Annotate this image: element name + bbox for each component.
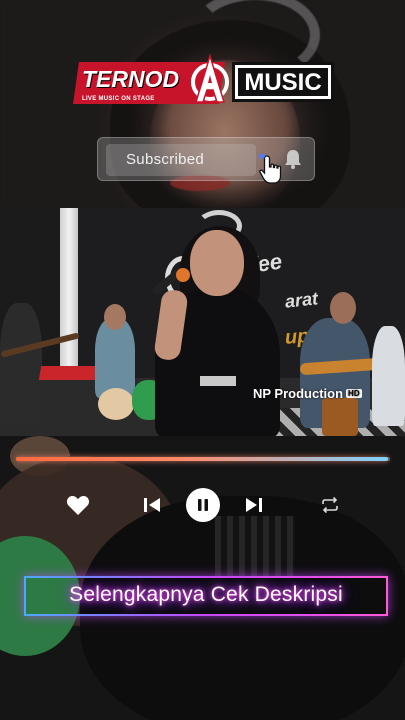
bell-icon[interactable] [283,148,303,170]
progress-fill [16,457,389,461]
next-icon[interactable] [239,490,269,520]
channel-logo: TERNOD LIVE MUSIC ON STAGE MUSIC [73,53,338,108]
guitarist-head [330,292,356,324]
pause-icon [198,499,208,511]
heart-icon[interactable] [63,490,93,520]
drum-kit [98,388,134,420]
logo-tagline: LIVE MUSIC ON STAGE [82,96,155,102]
musician-left [95,318,135,398]
neon-caption-box: Selengkapnya Cek Deskripsi [24,576,388,616]
cajon-drum [322,398,358,436]
logo-music-text: MUSIC [244,69,322,96]
short-video-frame: TERNOD LIVE MUSIC ON STAGE MUSIC Subscri… [0,0,405,720]
subscribed-label: Subscribed [126,151,205,168]
caption-text: Selengkapnya Cek Deskripsi [69,583,343,606]
watermark-text: NP Production [253,386,344,401]
previous-icon[interactable] [137,490,167,520]
performance-video[interactable]: offee arat up NP ProductionHD [0,208,405,436]
playback-progress-bar[interactable] [16,457,390,461]
musician-left-edge [0,303,42,423]
microphone-head [176,268,190,282]
production-watermark: NP Production HD [253,386,362,401]
pause-button[interactable] [186,488,220,522]
repeat-icon[interactable] [315,490,345,520]
blurred-shape [215,516,295,576]
hd-badge: HD [346,389,362,398]
musician-right-edge [372,326,405,426]
backdrop-text-2: arat [283,288,319,312]
hand-cursor-icon [259,154,282,184]
logo-brand-text: TERNOD [82,66,180,92]
singer-face [190,230,244,296]
musician-left-head [104,304,126,330]
logo-music-badge: MUSIC [232,62,334,102]
logo-a-emblem-icon [191,53,229,103]
singer-belt [200,376,236,386]
